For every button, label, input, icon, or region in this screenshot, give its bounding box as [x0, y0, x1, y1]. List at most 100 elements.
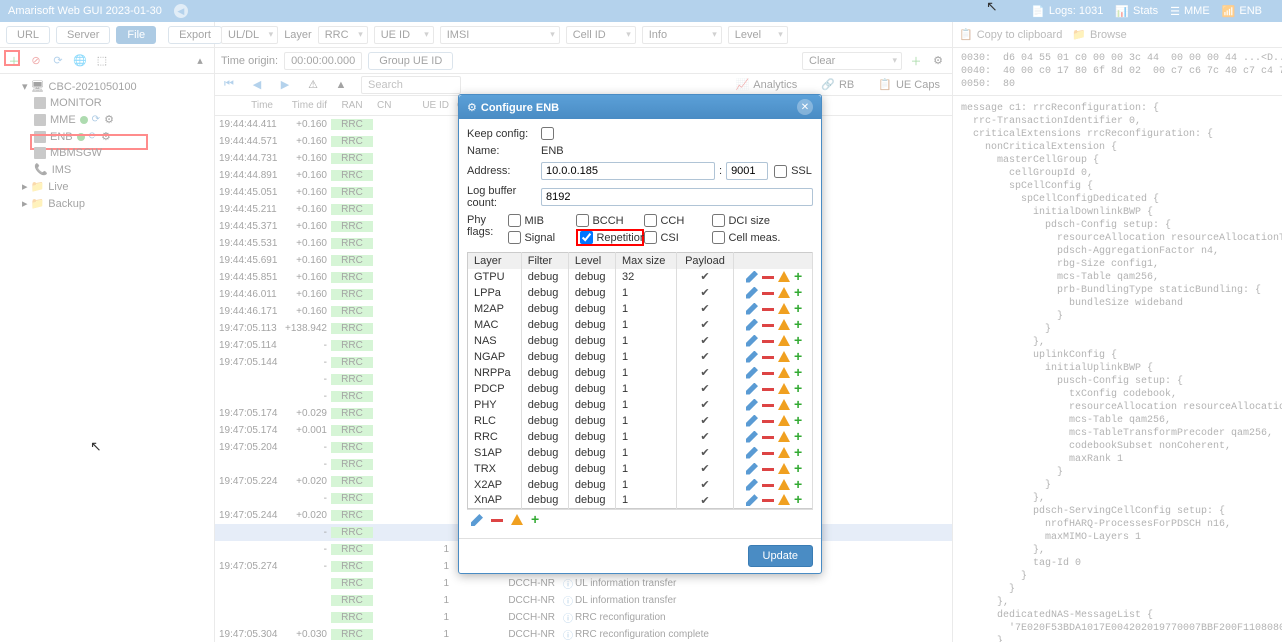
flag-cellmeas[interactable]: Cell meas. [712, 229, 780, 246]
flag-dci[interactable]: DCI size [712, 214, 780, 227]
mme-link[interactable]: ☰ MME [1170, 5, 1210, 18]
edit-icon[interactable] [746, 367, 758, 379]
tree-monitor[interactable]: MONITOR [4, 95, 210, 111]
warn-icon[interactable] [778, 271, 790, 282]
group-ueid-button[interactable]: Group UE ID [368, 52, 453, 70]
add-filter-icon[interactable]: ＋ [908, 53, 924, 69]
add-icon[interactable]: + [794, 367, 806, 379]
tab-file[interactable]: File [116, 26, 156, 44]
reload-icon[interactable]: ⟳ [50, 53, 66, 69]
stop-icon[interactable]: ⊘ [28, 53, 44, 69]
filter-ueid[interactable]: UE ID [374, 26, 434, 44]
flag-repetitions[interactable]: Repetitions [576, 229, 644, 246]
warn-icon[interactable] [778, 319, 790, 330]
add-icon[interactable]: + [794, 447, 806, 459]
add-icon[interactable]: + [794, 463, 806, 475]
warn-icon[interactable] [778, 303, 790, 314]
warn-icon[interactable] [778, 335, 790, 346]
settings-icon[interactable]: ⚙ [930, 53, 946, 69]
add-icon[interactable]: + [794, 494, 806, 506]
collapse-left-icon[interactable]: ◀ [174, 4, 188, 18]
flag-mib[interactable]: MIB [508, 214, 576, 227]
log-row[interactable]: RRC1DCCH-NRⓘDL information transfer [215, 592, 952, 609]
remove-icon[interactable] [762, 420, 774, 423]
nav-first-icon[interactable]: ⏮ [221, 77, 237, 93]
tree-ims[interactable]: 📞 IMS [4, 161, 210, 178]
edit-icon[interactable] [746, 431, 758, 443]
add-icon[interactable]: + [794, 303, 806, 315]
tree-root[interactable]: ▾ 🖥 CBC-2021050100 [4, 78, 210, 95]
log-row[interactable]: RRC1DCCH-NRⓘRRC reconfiguration [215, 609, 952, 626]
keep-config-checkbox[interactable] [541, 127, 554, 140]
warn-icon[interactable] [778, 383, 790, 394]
warn-icon[interactable] [778, 399, 790, 410]
warn-icon[interactable]: ⚠ [305, 77, 321, 93]
add-icon[interactable]: + [794, 287, 806, 299]
remove-icon[interactable] [762, 324, 774, 327]
tab-server[interactable]: Server [56, 26, 110, 44]
tree-mbmsgw[interactable]: MBMSGW [4, 145, 210, 161]
edit-icon[interactable] [746, 494, 758, 506]
edit-icon[interactable] [746, 319, 758, 331]
update-button[interactable]: Update [748, 545, 813, 567]
enb-link[interactable]: 📶 ENB [1222, 5, 1262, 18]
browse-link[interactable]: 📁 Browse [1072, 28, 1126, 41]
address-input[interactable] [541, 162, 715, 180]
edit-all-icon[interactable] [471, 514, 483, 526]
edit-icon[interactable] [746, 335, 758, 347]
flag-signal[interactable]: Signal [508, 229, 576, 246]
remove-icon[interactable] [762, 484, 774, 487]
tab-rb[interactable]: 🔗 RB [815, 76, 860, 93]
warn-icon[interactable] [778, 287, 790, 298]
add-icon[interactable]: + [794, 383, 806, 395]
edit-icon[interactable] [746, 287, 758, 299]
search-input[interactable] [361, 76, 461, 94]
port-input[interactable] [726, 162, 768, 180]
edit-icon[interactable] [746, 271, 758, 283]
remove-icon[interactable] [762, 276, 774, 279]
tree-backup[interactable]: ▸ 📁 Backup [4, 195, 210, 212]
tree-enb[interactable]: ENB ⟳ ⚙ [4, 128, 210, 145]
warn-icon[interactable] [778, 494, 790, 505]
flag-csi[interactable]: CSI [644, 229, 712, 246]
filter-imsi[interactable]: IMSI [440, 26, 560, 44]
warn-icon[interactable] [778, 415, 790, 426]
edit-icon[interactable] [746, 383, 758, 395]
edit-icon[interactable] [746, 415, 758, 427]
export-button[interactable]: Export [168, 26, 222, 44]
filter-cellid[interactable]: Cell ID [566, 26, 636, 44]
warn-all-icon[interactable] [511, 514, 523, 525]
remove-icon[interactable] [762, 388, 774, 391]
warn-icon[interactable] [778, 447, 790, 458]
edit-icon[interactable] [746, 303, 758, 315]
globe-icon[interactable]: 🌐 [72, 53, 88, 69]
warn-icon[interactable] [778, 479, 790, 490]
add-icon[interactable]: + [794, 271, 806, 283]
log-row[interactable]: RRC1DCCH-NRⓘUL information transfer [215, 575, 952, 592]
remove-icon[interactable] [762, 372, 774, 375]
copy-clipboard-link[interactable]: 📋 Copy to clipboard [959, 28, 1062, 41]
flag-cch[interactable]: CCH [644, 214, 712, 227]
filter-level[interactable]: Level [728, 26, 788, 44]
tab-url[interactable]: URL [6, 26, 50, 44]
remove-icon[interactable] [762, 436, 774, 439]
remove-icon[interactable] [762, 340, 774, 343]
tree-mme[interactable]: MME ⟳ ⚙ [4, 111, 210, 128]
filter-uldl[interactable]: UL/DL [221, 26, 278, 44]
add-icon[interactable]: + [794, 335, 806, 347]
remove-all-icon[interactable] [491, 519, 503, 522]
tab-analytics[interactable]: 📈 Analytics [730, 76, 804, 93]
edit-icon[interactable] [746, 399, 758, 411]
ssl-checkbox[interactable] [774, 165, 787, 178]
remove-icon[interactable] [762, 404, 774, 407]
nav-prev-icon[interactable]: ◀ [249, 77, 265, 93]
add-layer-icon[interactable]: + [531, 514, 543, 526]
remove-icon[interactable] [762, 356, 774, 359]
stats-link[interactable]: 📊 Stats [1115, 5, 1158, 18]
tree-live[interactable]: ▸ 📁 Live [4, 178, 210, 195]
remove-icon[interactable] [762, 452, 774, 455]
add-icon[interactable]: + [794, 351, 806, 363]
expand-icon[interactable]: ⬚ [94, 53, 110, 69]
tab-uecaps[interactable]: 📋 UE Caps [872, 76, 946, 93]
log-row[interactable]: 19:47:05.304+0.030RRC1DCCH-NRⓘRRC reconf… [215, 626, 952, 642]
